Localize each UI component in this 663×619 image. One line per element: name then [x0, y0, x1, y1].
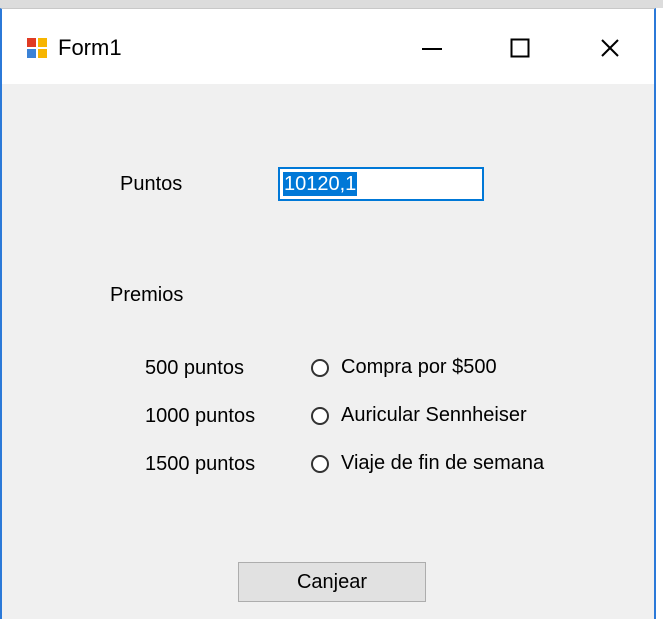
points-label: Puntos — [120, 173, 183, 195]
prizes-label: Premios — [110, 284, 184, 306]
window-title: Form1 — [58, 35, 122, 60]
title-bar[interactable]: Form1 — [2, 9, 654, 84]
maximize-icon — [510, 38, 530, 58]
points-input[interactable]: 10120,1 — [278, 167, 484, 201]
minimize-button[interactable] — [402, 23, 462, 73]
minimize-icon — [422, 48, 442, 50]
option-3-prize-label: Viaje de fin de semana — [341, 452, 545, 474]
option-1-radio[interactable]: Compra por $500 — [311, 356, 497, 379]
option-3-radio[interactable]: Viaje de fin de semana — [311, 452, 544, 475]
redeem-button[interactable]: Canjear — [238, 562, 426, 602]
close-icon — [601, 39, 619, 57]
app-form-icon — [27, 38, 47, 58]
option-2-prize-label: Auricular Sennheiser — [341, 404, 527, 426]
option-1-points-label: 500 puntos — [145, 357, 244, 379]
close-button[interactable] — [580, 23, 640, 73]
radio-button-icon[interactable] — [311, 358, 329, 377]
option-3-points-label: 1500 puntos — [145, 453, 256, 475]
points-value: 10120,1 — [283, 172, 358, 196]
option-1-prize-label: Compra por $500 — [341, 356, 497, 378]
desktop-shade — [0, 0, 663, 8]
radio-button-icon[interactable] — [311, 406, 329, 425]
option-2-points-label: 1000 puntos — [145, 405, 256, 427]
form-client-area: Puntos 10120,1 Premios 500 puntos Compra… — [2, 84, 654, 619]
radio-button-icon[interactable] — [311, 454, 329, 473]
form-window: Form1 Puntos 10120,1 Premios 500 puntos — [0, 8, 656, 619]
option-2-radio[interactable]: Auricular Sennheiser — [311, 404, 527, 427]
maximize-button[interactable] — [490, 23, 550, 73]
